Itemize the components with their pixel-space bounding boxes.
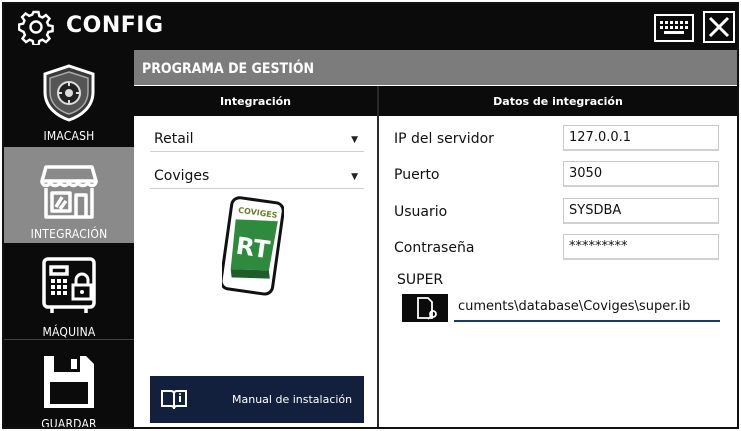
manual-button[interactable]: Manual de instalación bbox=[150, 376, 364, 423]
integration-type-select[interactable]: Retail ▼ bbox=[150, 126, 364, 152]
file-search-icon bbox=[417, 297, 437, 320]
user-input[interactable]: SYSDBA bbox=[563, 198, 719, 224]
sidebar-item-label: GUARDAR bbox=[41, 417, 97, 429]
gear-icon bbox=[18, 10, 54, 45]
window-title: CONFIG bbox=[66, 13, 164, 38]
safe-icon bbox=[42, 257, 96, 313]
sidebar-item-label: IMACASH bbox=[43, 129, 95, 143]
server-ip-input[interactable]: 127.0.0.1 bbox=[563, 125, 719, 151]
column-divider bbox=[377, 86, 379, 427]
sidebar-item-guardar[interactable]: GUARDAR bbox=[4, 339, 134, 429]
book-icon bbox=[161, 390, 187, 410]
config-window: CONFIG IMACASH INTEGRACIÓN MÁQUINA GUARD… bbox=[2, 2, 739, 429]
port-label: Puerto bbox=[394, 167, 440, 183]
chevron-down-icon: ▼ bbox=[351, 135, 358, 145]
close-button[interactable] bbox=[703, 11, 735, 43]
section-title: PROGRAMA DE GESTIÓN bbox=[134, 50, 737, 85]
store-icon bbox=[40, 165, 98, 219]
integration-type-value: Retail bbox=[154, 131, 194, 147]
server-ip-label: IP del servidor bbox=[394, 131, 494, 147]
keyboard-button[interactable] bbox=[654, 14, 694, 42]
sidebar-item-label: INTEGRACIÓN bbox=[30, 227, 108, 241]
manual-button-label: Manual de instalación bbox=[232, 393, 353, 406]
user-label: Usuario bbox=[394, 204, 448, 220]
super-path-input[interactable]: cuments\database\Coviges\super.ib bbox=[454, 296, 720, 322]
logo-badge: RT bbox=[234, 232, 272, 265]
coviges-logo: COVIGES RT bbox=[222, 196, 284, 296]
program-value: Coviges bbox=[154, 168, 210, 184]
save-icon bbox=[44, 356, 94, 408]
shield-icon bbox=[43, 64, 95, 122]
chevron-down-icon: ▼ bbox=[351, 172, 358, 182]
sidebar-item-integracion[interactable]: INTEGRACIÓN bbox=[4, 147, 134, 243]
sidebar-item-maquina[interactable]: MÁQUINA bbox=[4, 243, 134, 339]
port-input[interactable]: 3050 bbox=[563, 161, 719, 187]
password-input[interactable]: ********* bbox=[563, 234, 719, 260]
program-select[interactable]: Coviges ▼ bbox=[150, 163, 364, 189]
integration-header: Integración bbox=[134, 86, 377, 116]
close-icon bbox=[708, 16, 730, 38]
password-label: Contraseña bbox=[394, 240, 475, 256]
browse-file-button[interactable] bbox=[402, 294, 448, 322]
sidebar: IMACASH INTEGRACIÓN MÁQUINA GUARDAR bbox=[4, 50, 134, 429]
title-bar: CONFIG bbox=[4, 4, 737, 50]
sidebar-item-imacash[interactable]: IMACASH bbox=[4, 50, 134, 147]
sidebar-item-label: MÁQUINA bbox=[42, 325, 96, 339]
keyboard-icon bbox=[660, 21, 688, 34]
super-label: SUPER bbox=[397, 272, 444, 288]
details-header: Datos de integración bbox=[379, 86, 737, 116]
